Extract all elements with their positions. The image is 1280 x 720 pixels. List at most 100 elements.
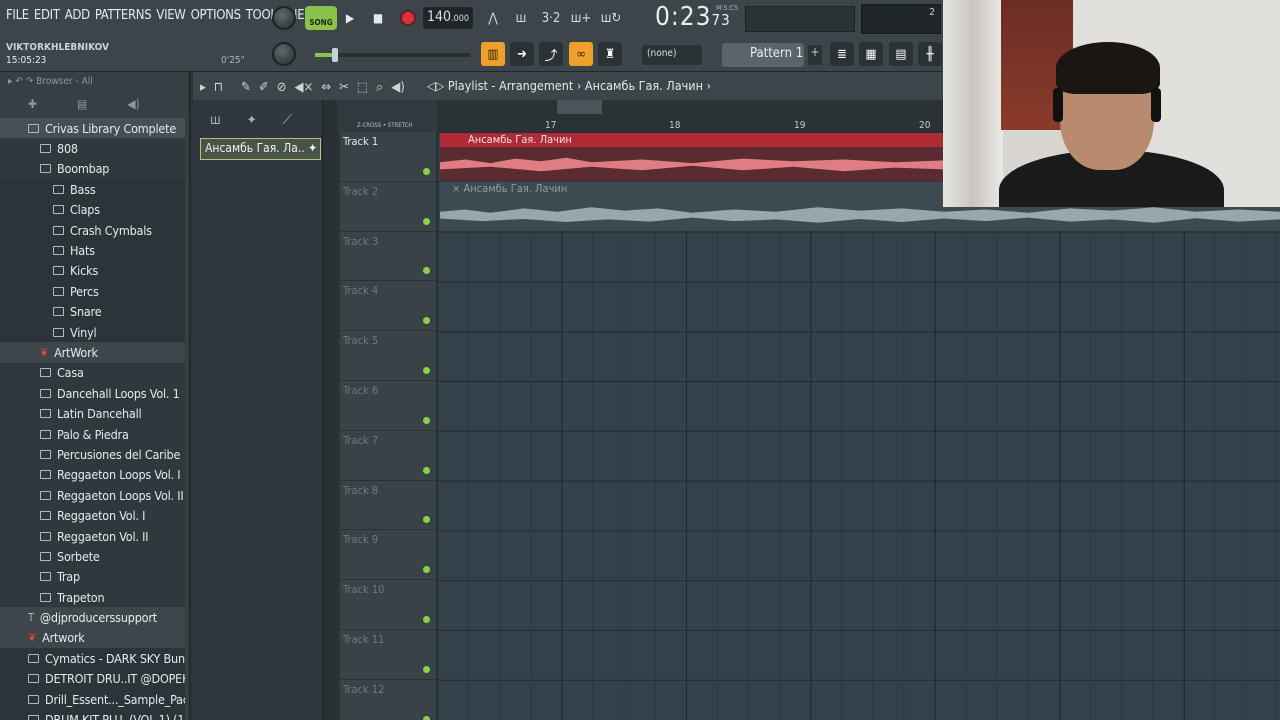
brush-icon[interactable]: ✐ — [259, 80, 269, 95]
horizontal-scroll-thumb[interactable] — [557, 100, 602, 114]
track-enable-led-icon[interactable] — [423, 217, 430, 225]
master-volume-knob-icon[interactable] — [272, 42, 296, 66]
step-edit-button[interactable]: ш+ — [568, 6, 594, 30]
next-button[interactable]: ➜ — [510, 42, 534, 66]
browser-item[interactable]: Casa — [0, 362, 185, 384]
browser-item[interactable]: ❦ Artwork — [0, 627, 185, 649]
plugin-picker-button[interactable]: ╫ — [918, 42, 942, 66]
zcross-label[interactable]: Z-CROSS — [357, 122, 381, 129]
automation-view-icon[interactable]: ⟋ — [283, 113, 292, 128]
browser-item[interactable]: ❦ ArtWork — [0, 342, 185, 363]
track-header[interactable]: Track 9 — [340, 530, 436, 581]
browser-item[interactable]: Drill_Essent..._Sample_Pack — [0, 688, 185, 710]
browser-item[interactable]: Reggaeton Vol. II — [0, 525, 185, 547]
track-enable-led-icon[interactable] — [423, 615, 430, 623]
playback-icon[interactable]: ◀) — [391, 80, 405, 95]
browser-item[interactable]: Snare — [0, 301, 185, 322]
zoom-icon[interactable]: ⌕ — [376, 80, 383, 95]
menu-options[interactable]: OPTIONS — [191, 8, 241, 23]
track-header[interactable]: Track 7 — [340, 430, 436, 481]
magnet-icon[interactable]: ⊓ — [214, 80, 223, 95]
song-mode-button[interactable]: SONG — [305, 6, 337, 30]
pattern-chip[interactable]: Ансамбь Гая. Ла.. ✦ — [200, 138, 321, 160]
track-header[interactable]: Track 8 — [340, 480, 436, 531]
browser-item[interactable]: Percs — [0, 281, 185, 302]
track-enable-led-icon[interactable] — [423, 366, 430, 374]
browser-item[interactable]: T @djproducerssupport — [0, 607, 185, 628]
browser-speaker-icon[interactable]: ◀) — [127, 97, 140, 118]
track-header[interactable]: Track 6 — [340, 380, 436, 431]
menu-file[interactable]: FILE — [6, 8, 29, 23]
pattern-select[interactable]: Pattern 1 — [722, 43, 804, 67]
audio-clip-track-1[interactable]: Ансамбь Гая. Лачин — [440, 133, 945, 181]
stretch-label[interactable]: STRETCH — [388, 122, 413, 129]
volume-thumb[interactable] — [332, 48, 338, 62]
browser-item[interactable]: Reggaeton Loops Vol. I — [0, 464, 185, 486]
pencil-icon[interactable]: ✎ — [241, 80, 251, 95]
browser-item[interactable]: Bass — [0, 179, 185, 200]
stop-button[interactable]: ■ — [366, 6, 390, 30]
track-header[interactable]: Track 12 — [340, 679, 436, 720]
browser-item[interactable]: Dancehall Loops Vol. 1 — [0, 383, 185, 404]
channel-rack-button[interactable]: ▦ — [859, 42, 883, 66]
browser-item[interactable]: DETROIT DRU..IT @DOPEKIT — [0, 668, 185, 689]
wait-record-button[interactable]: ш — [508, 6, 534, 30]
delete-icon[interactable]: ⊘ — [277, 80, 287, 95]
track-enable-led-icon[interactable] — [423, 715, 430, 720]
browser-add-icon[interactable]: ✚ — [28, 97, 37, 118]
tempo-display[interactable]: 140.000 — [423, 7, 473, 29]
browser-item[interactable]: Sorbete — [0, 546, 185, 567]
metronome-button[interactable]: ⋀ — [480, 6, 506, 30]
browser-item[interactable]: Reggaeton Vol. I — [0, 505, 185, 526]
slice-icon[interactable]: ✂ — [339, 80, 349, 95]
play-button[interactable]: ▶ — [338, 6, 362, 30]
link-button[interactable]: ∞ — [569, 42, 593, 66]
browser-item[interactable]: Hats — [0, 240, 185, 261]
mixer-button[interactable]: ▤ — [889, 42, 913, 66]
browser-item[interactable]: Percusiones del Caribe — [0, 444, 185, 465]
select-icon[interactable]: ⬚ — [357, 80, 368, 95]
track-enable-led-icon[interactable] — [423, 665, 430, 673]
playlist-menu-icon[interactable]: ▸ — [200, 80, 206, 95]
stamp-button[interactable]: ♜ — [598, 42, 622, 66]
track-enable-led-icon[interactable] — [423, 416, 430, 424]
track-header[interactable]: Track 5 — [340, 331, 436, 381]
master-volume-slider[interactable] — [315, 48, 470, 62]
channel-select[interactable]: (none) — [642, 45, 702, 65]
browser-item[interactable]: Latin Dancehall — [0, 403, 185, 424]
pattern-view-icon[interactable]: ш — [210, 113, 221, 128]
piano-roll-button[interactable]: ▥ — [481, 42, 505, 66]
browser-item[interactable]: Palo & Piedra — [0, 423, 185, 445]
browser-item[interactable]: Vinyl — [0, 321, 185, 343]
browser-item[interactable]: DRUM KIT PLU..(VOL.1) (1) — [0, 709, 185, 720]
browser-item[interactable]: Trapeton — [0, 586, 185, 608]
track-header[interactable]: Track 10 — [340, 580, 436, 630]
track-enable-led-icon[interactable] — [423, 267, 430, 275]
loop-record-button[interactable]: ш↻ — [598, 6, 624, 30]
browser-item[interactable]: Kicks — [0, 260, 185, 282]
track-enable-led-icon[interactable] — [423, 317, 430, 325]
browser-item[interactable]: Boombap — [0, 158, 185, 180]
browser-item[interactable]: Claps — [0, 199, 185, 220]
menu-edit[interactable]: EDIT — [34, 8, 60, 23]
mute-icon[interactable]: ◀× — [294, 80, 313, 95]
track-enable-led-icon[interactable] — [423, 167, 430, 175]
browser-item[interactable]: Crivas Library Complete — [0, 118, 185, 139]
track-header[interactable]: Track 3 — [340, 231, 436, 282]
playlist-view-button[interactable]: ≣ — [830, 42, 854, 66]
track-header[interactable]: Track 2 — [340, 181, 436, 232]
track-enable-led-icon[interactable] — [423, 466, 430, 474]
slip-icon[interactable]: ⇔ — [321, 80, 331, 95]
track-header[interactable]: Track 11 — [340, 629, 436, 680]
record-button[interactable] — [396, 6, 420, 30]
track-enable-led-icon[interactable] — [423, 566, 430, 574]
menu-view[interactable]: VIEW — [156, 8, 186, 23]
add-pattern-button[interactable]: + — [808, 45, 822, 65]
automation-button[interactable]: ⤴ — [539, 42, 563, 66]
menu-patterns[interactable]: PATTERNS — [95, 8, 152, 23]
browser-item[interactable]: Crash Cymbals — [0, 219, 185, 241]
audio-view-icon[interactable]: ✦ — [247, 113, 257, 128]
track-enable-led-icon[interactable] — [423, 516, 430, 524]
browser-item[interactable]: Cymatics - DARK SKY Bundle — [0, 648, 185, 669]
master-pitch-knob-icon[interactable] — [272, 6, 296, 30]
